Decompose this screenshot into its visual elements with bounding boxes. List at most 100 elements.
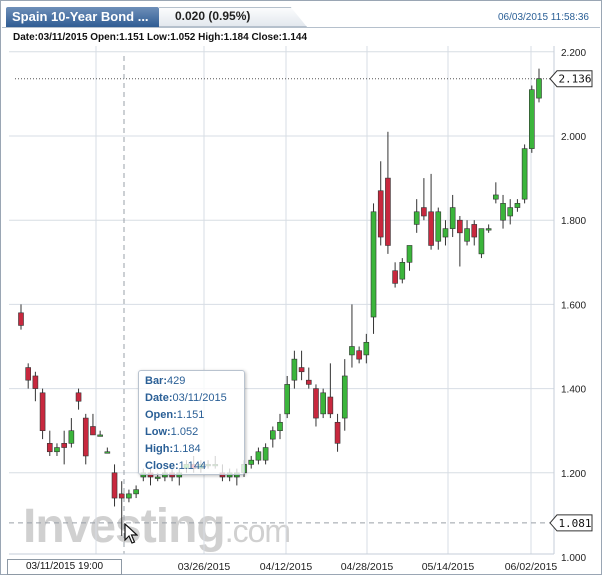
candle bbox=[406, 245, 413, 271]
candle-body-up bbox=[277, 421, 283, 431]
candle-body-down bbox=[392, 270, 398, 284]
candle-body-down bbox=[82, 417, 89, 457]
last-price-label-text: 2.136 bbox=[558, 73, 591, 86]
candle bbox=[291, 350, 298, 389]
candle-body-up bbox=[68, 430, 75, 444]
candle bbox=[370, 203, 377, 334]
candle-body-down bbox=[457, 219, 463, 234]
candle bbox=[428, 173, 434, 250]
candle-body-up bbox=[449, 207, 456, 229]
candle-body-up bbox=[291, 358, 298, 381]
candle bbox=[270, 426, 276, 448]
candlestick-chart[interactable]: 1.000 1.200 1.400 1.600 1.800 2.000 2.200 03/11… bbox=[1, 1, 602, 576]
candle bbox=[399, 258, 406, 284]
y-tick-label: 1.600 bbox=[561, 300, 586, 311]
candle bbox=[435, 207, 442, 250]
tooltip-high: High:1.184 bbox=[145, 443, 201, 455]
candle bbox=[32, 371, 39, 402]
x-tick-label: 04/28/2015 bbox=[341, 561, 394, 573]
candle bbox=[46, 430, 53, 456]
candle-body-up bbox=[464, 228, 470, 242]
candle-body-up bbox=[97, 434, 103, 437]
candle-body-down bbox=[327, 396, 334, 415]
candle bbox=[385, 131, 391, 254]
candle bbox=[334, 413, 341, 452]
candle bbox=[104, 447, 111, 454]
candle bbox=[18, 304, 24, 330]
candle-body-up bbox=[255, 451, 262, 461]
candle-body-up bbox=[493, 194, 499, 200]
arrow-cursor-icon bbox=[124, 523, 138, 544]
candle bbox=[529, 85, 535, 153]
tooltip-low: Low:1.052 bbox=[145, 426, 199, 438]
candle bbox=[255, 447, 262, 465]
candle-body-up bbox=[104, 451, 111, 454]
candle bbox=[421, 178, 427, 221]
candle bbox=[464, 220, 470, 246]
candle bbox=[485, 224, 492, 233]
candle bbox=[39, 388, 46, 440]
candle bbox=[500, 194, 506, 229]
candle bbox=[133, 485, 139, 499]
candle-body-up bbox=[442, 228, 449, 238]
tooltip-date: Date:03/11/2015 bbox=[145, 392, 227, 404]
candle-body-up bbox=[270, 430, 276, 440]
candle-body-up bbox=[500, 203, 506, 221]
candle-body-down bbox=[25, 367, 31, 381]
candle bbox=[313, 384, 319, 427]
candle-body-down bbox=[298, 367, 305, 373]
candle-body-up bbox=[370, 211, 377, 318]
candle-body-up bbox=[349, 346, 355, 356]
crosshair-price-label-text: 1.081 bbox=[558, 517, 591, 530]
candle bbox=[248, 455, 255, 469]
candle bbox=[54, 443, 60, 456]
candle-body-down bbox=[61, 443, 67, 448]
candle bbox=[68, 418, 75, 448]
candle-body-down bbox=[32, 375, 39, 389]
candle bbox=[305, 367, 312, 389]
tooltip-bar: Bar:429 bbox=[145, 375, 186, 387]
candle-body-up bbox=[536, 78, 542, 99]
candle-body-up bbox=[406, 245, 413, 263]
candle bbox=[457, 215, 463, 267]
candle bbox=[442, 220, 449, 246]
candle bbox=[377, 161, 384, 246]
candle bbox=[392, 262, 398, 288]
y-tick-label: 2.200 bbox=[561, 48, 586, 59]
x-tick-label: 06/02/2015 bbox=[505, 561, 558, 573]
y-tick-label: 1.400 bbox=[561, 385, 586, 396]
candle-body-up bbox=[126, 493, 132, 499]
candle bbox=[75, 388, 82, 410]
candle-body-down bbox=[18, 312, 24, 326]
candle bbox=[111, 464, 118, 507]
candle-body-up bbox=[341, 375, 348, 419]
candle-body-down bbox=[313, 388, 319, 419]
tooltip-close: Close:1.144 bbox=[145, 460, 207, 472]
candle bbox=[97, 430, 103, 437]
candle bbox=[126, 489, 132, 503]
crosshair-price-label: 1.081 bbox=[549, 514, 593, 532]
candle-body-up bbox=[154, 476, 161, 479]
candle-body-up bbox=[320, 392, 326, 415]
candle bbox=[25, 363, 31, 389]
candle-body-down bbox=[90, 426, 96, 436]
candle bbox=[277, 413, 283, 440]
chart-widget: Spain 10-Year Bond ... 0.020 (0.95%) 06/… bbox=[0, 0, 602, 575]
candle-body-down bbox=[39, 392, 46, 431]
candle-body-down bbox=[421, 207, 427, 217]
candle bbox=[262, 443, 269, 465]
candle bbox=[478, 228, 485, 259]
candle-body-down bbox=[75, 392, 82, 402]
y-tick-label: 2.000 bbox=[561, 132, 586, 143]
candle-body-up bbox=[363, 341, 370, 356]
candle-body-down bbox=[377, 190, 384, 238]
candle-body-up bbox=[529, 89, 535, 149]
candle-body-down bbox=[111, 472, 118, 499]
candle-body-up bbox=[507, 207, 514, 217]
candle-body-down bbox=[428, 211, 434, 246]
candle-body-down bbox=[385, 177, 391, 246]
y-tick-label: 1.000 bbox=[561, 553, 586, 564]
x-tick-label: 03/26/2015 bbox=[178, 561, 231, 573]
candle bbox=[327, 363, 334, 419]
candle-body-up bbox=[521, 148, 528, 200]
